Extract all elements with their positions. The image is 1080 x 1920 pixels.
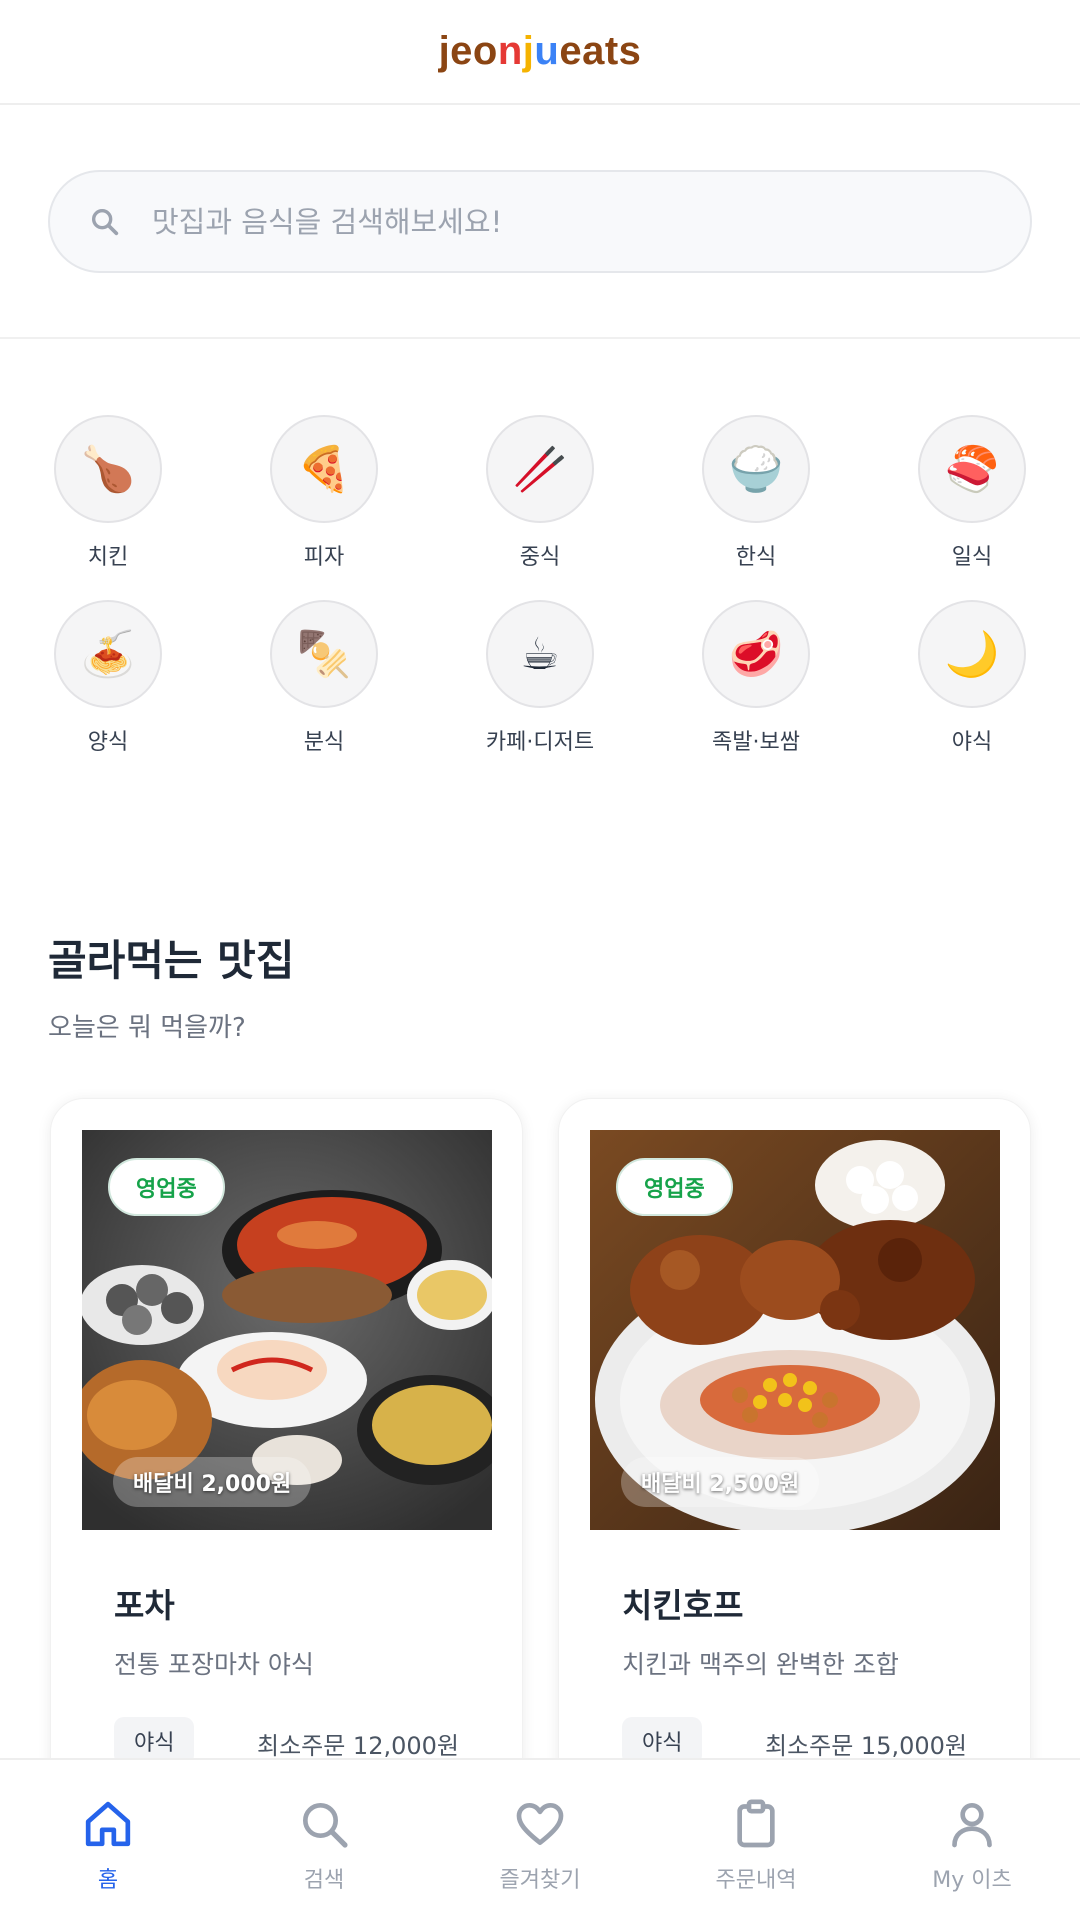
restaurant-description: 전통 포장마차 야식 xyxy=(114,1650,314,1679)
restaurant-photo: 영업중 배달비 2,500원 xyxy=(590,1130,1000,1530)
nav-my-eats[interactable]: My 이츠 xyxy=(864,1760,1080,1920)
search-icon xyxy=(303,1803,348,1848)
pasta-icon: 🍝 xyxy=(54,600,162,708)
category-label: 분식 xyxy=(303,730,345,755)
sushi-icon: 🍣 xyxy=(918,415,1026,523)
category-japanese[interactable]: 🍣 일식 xyxy=(864,415,1080,600)
category-pizza[interactable]: 🍕 피자 xyxy=(216,415,432,600)
coffee-icon: ☕ xyxy=(486,600,594,708)
pizza-icon: 🍕 xyxy=(270,415,378,523)
category-cafe-dessert[interactable]: ☕ 카페·디저트 xyxy=(432,600,648,785)
category-snack[interactable]: 🍢 분식 xyxy=(216,600,432,785)
restaurant-name: 포차 xyxy=(114,1586,175,1625)
nav-favorites[interactable]: 즐겨찾기 xyxy=(432,1760,648,1920)
category-label: 족발·보쌈 xyxy=(712,730,800,755)
nav-search[interactable]: 검색 xyxy=(216,1760,432,1920)
app-logo[interactable]: jeonjueats xyxy=(439,29,642,74)
category-label: 야식 xyxy=(951,730,993,755)
category-label: 치킨 xyxy=(87,545,129,570)
search-bar[interactable] xyxy=(48,170,1032,273)
restaurant-photo: 영업중 배달비 2,000원 xyxy=(82,1130,492,1530)
section-subtitle: 오늘은 뭐 먹을까? xyxy=(48,1013,246,1043)
app-header: jeonjueats xyxy=(0,0,1080,105)
heart-icon xyxy=(516,1803,564,1845)
category-chicken[interactable]: 🍗 치킨 xyxy=(0,415,216,600)
category-label: 중식 xyxy=(519,545,561,570)
clipboard-icon xyxy=(737,1799,775,1848)
delivery-fee-badge: 배달비 2,000원 xyxy=(113,1457,312,1507)
status-badge: 영업중 xyxy=(616,1158,733,1216)
chicken-icon: 🍗 xyxy=(54,415,162,523)
status-badge: 영업중 xyxy=(108,1158,225,1216)
category-jokbal-bossam[interactable]: 🥩 족발·보쌈 xyxy=(648,600,864,785)
logo-part: eats xyxy=(559,29,642,73)
nav-label: 주문내역 xyxy=(715,1868,797,1893)
delivery-fee-badge: 배달비 2,500원 xyxy=(621,1457,820,1507)
category-label: 한식 xyxy=(735,545,777,570)
home-icon xyxy=(85,1801,131,1847)
logo-part: j xyxy=(522,29,535,73)
rice-icon: 🍚 xyxy=(702,415,810,523)
category-late-night[interactable]: 🌙 야식 xyxy=(864,600,1080,785)
nav-label: 즐겨찾기 xyxy=(499,1868,581,1893)
category-label: 일식 xyxy=(951,545,993,570)
nav-home[interactable]: 홈 xyxy=(0,1760,216,1920)
logo-part: n xyxy=(497,29,523,73)
min-order: 최소주문 15,000원 xyxy=(764,1732,967,1760)
category-label: 카페·디저트 xyxy=(485,730,595,755)
section-title: 골라먹는 맛집 xyxy=(48,936,295,985)
category-western[interactable]: 🍝 양식 xyxy=(0,600,216,785)
bottom-nav: 홈 검색 즐겨찾기 주문내역 My 이츠 xyxy=(0,1758,1080,1920)
restaurant-card[interactable]: 영업중 배달비 2,500원 치킨호프 치킨과 맥주의 완벽한 조합 야식 최소… xyxy=(558,1098,1031,1818)
category-chinese[interactable]: 🥢 중식 xyxy=(432,415,648,600)
category-grid: 🍗 치킨 🍕 피자 🥢 중식 🍚 한식 🍣 일식 🍝 양식 🍢 분식 ☕ 카페·… xyxy=(0,415,1080,785)
oden-icon: 🍢 xyxy=(270,600,378,708)
nav-orders[interactable]: 주문내역 xyxy=(648,1760,864,1920)
category-korean[interactable]: 🍚 한식 xyxy=(648,415,864,600)
restaurant-card[interactable]: 영업중 배달비 2,000원 포차 전통 포장마차 야식 야식 최소주문 12,… xyxy=(50,1098,523,1818)
logo-part: jeo xyxy=(438,29,498,73)
nav-label: 검색 xyxy=(303,1868,345,1893)
meat-icon: 🥩 xyxy=(702,600,810,708)
user-icon xyxy=(952,1803,992,1848)
min-order: 최소주문 12,000원 xyxy=(256,1732,459,1760)
logo-part: u xyxy=(534,29,560,73)
moon-icon: 🌙 xyxy=(918,600,1026,708)
restaurant-name: 치킨호프 xyxy=(622,1586,744,1625)
restaurant-description: 치킨과 맥주의 완벽한 조합 xyxy=(622,1650,899,1679)
category-label: 피자 xyxy=(303,545,345,570)
nav-label: 홈 xyxy=(97,1868,119,1893)
nav-label: My 이츠 xyxy=(932,1868,1012,1893)
search-section xyxy=(0,107,1080,339)
chopsticks-icon: 🥢 xyxy=(486,415,594,523)
category-label: 양식 xyxy=(87,730,129,755)
search-icon xyxy=(88,205,122,239)
search-input[interactable] xyxy=(152,204,952,239)
